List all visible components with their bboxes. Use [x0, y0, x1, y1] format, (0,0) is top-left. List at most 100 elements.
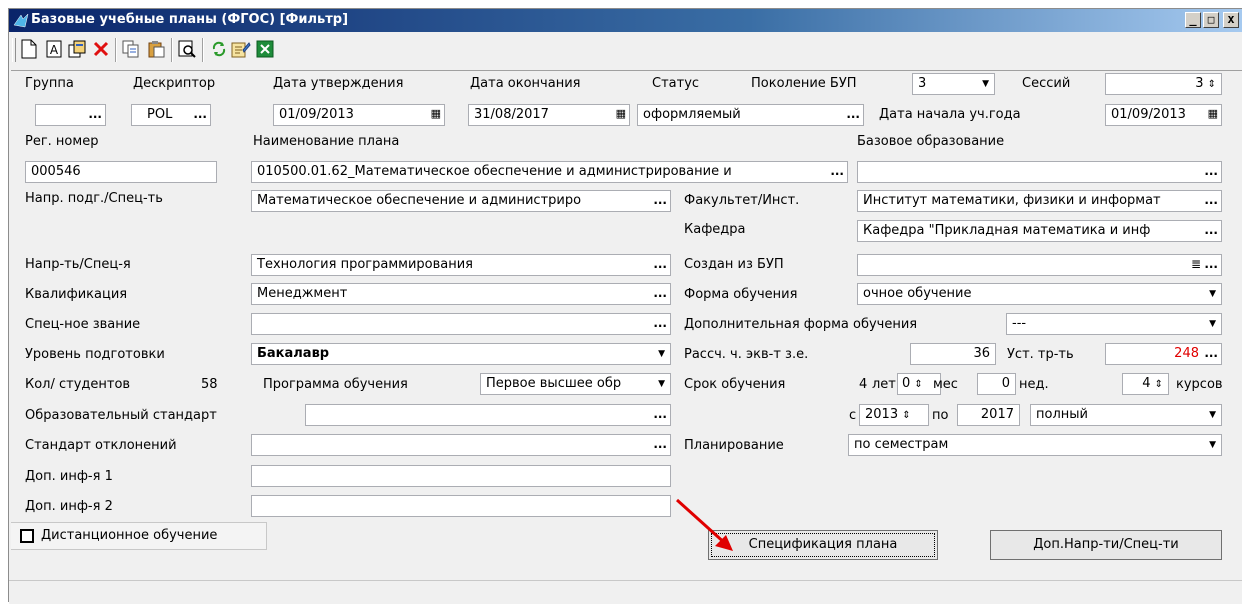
to-year-field[interactable]: 2017: [957, 404, 1020, 426]
extra-form-select[interactable]: --- ▼: [1006, 313, 1222, 335]
maximize-button[interactable]: □: [1203, 12, 1219, 28]
study-form-select[interactable]: очное обучение ▼: [857, 283, 1222, 305]
minimize-button[interactable]: _: [1185, 12, 1201, 28]
end-date-label: Дата окончания: [470, 76, 581, 91]
edit-properties-icon[interactable]: [231, 38, 251, 60]
profile-label: Напр-ть/Спец-я: [25, 257, 131, 272]
checkbox-icon[interactable]: [20, 529, 34, 543]
weeks-value: 0: [1001, 376, 1010, 391]
approval-date-field[interactable]: 01/09/2013 ▦: [273, 104, 445, 126]
base-edu-field[interactable]: ...: [857, 161, 1222, 183]
ellipsis-icon[interactable]: ...: [846, 105, 860, 123]
students-value[interactable]: 58: [201, 376, 218, 394]
ellipsis-icon[interactable]: ...: [193, 105, 207, 123]
extra-directions-button[interactable]: Доп.Напр-ти/Спец-ти: [990, 530, 1222, 560]
chevron-down-icon: ▼: [658, 349, 665, 359]
profile-field[interactable]: Технология программирования ...: [251, 254, 671, 276]
ellipsis-icon[interactable]: ...: [653, 405, 667, 423]
ellipsis-icon[interactable]: ...: [653, 435, 667, 453]
ellipsis-icon[interactable]: ...: [1204, 221, 1218, 239]
ellipsis-icon[interactable]: ...: [1204, 191, 1218, 209]
period-select[interactable]: полный ▼: [1030, 404, 1222, 426]
toolbar-grip[interactable]: [12, 38, 16, 62]
faculty-label: Факультет/Инст.: [684, 193, 800, 208]
weeks-field[interactable]: 0: [977, 373, 1016, 395]
level-value: Бакалавр: [257, 346, 330, 361]
extra2-label: Доп. инф-я 2: [25, 499, 113, 514]
from-year-spinner[interactable]: 2013 ⇕: [859, 404, 929, 426]
ellipsis-icon[interactable]: ...: [830, 162, 844, 180]
descriptor-field[interactable]: POL ...: [131, 104, 211, 126]
end-date-field[interactable]: 31/08/2017 ▦: [468, 104, 630, 126]
ellipsis-icon[interactable]: ...: [88, 105, 102, 123]
status-label: Статус: [652, 76, 700, 91]
reg-number-value: 000546: [31, 164, 81, 179]
qualification-field[interactable]: Менеджмент ...: [251, 283, 671, 305]
planning-label: Планирование: [684, 438, 784, 453]
paste-icon[interactable]: [146, 38, 166, 60]
sessions-value: 3: [1195, 76, 1204, 91]
plan-name-field[interactable]: 010500.01.62_Математическое обеспечение …: [251, 161, 848, 183]
direction-field[interactable]: Математическое обеспечение и администрир…: [251, 190, 671, 212]
reg-number-field[interactable]: 000546: [25, 161, 217, 183]
generation-label: Поколение БУП: [751, 76, 857, 91]
created-from-field[interactable]: ≣ ...: [857, 254, 1222, 276]
toolbar-separator: [171, 38, 173, 62]
program-select[interactable]: Первое высшее обр ▼: [480, 373, 671, 395]
delete-icon[interactable]: [91, 38, 111, 60]
sessions-spinner[interactable]: 3 ⇕: [1105, 73, 1222, 95]
level-select[interactable]: Бакалавр ▼: [251, 343, 671, 365]
required-labor-value: 248: [1174, 346, 1199, 361]
ellipsis-icon[interactable]: ...: [653, 314, 667, 332]
list-icon[interactable]: ≣: [1191, 255, 1201, 273]
plan-name-label: Наименование плана: [253, 134, 400, 149]
plan-name-value: 010500.01.62_Математическое обеспечение …: [257, 164, 732, 179]
copy-icon[interactable]: [121, 38, 141, 60]
ellipsis-icon[interactable]: ...: [653, 284, 667, 302]
ellipsis-icon[interactable]: ...: [653, 255, 667, 273]
extra-form-value: ---: [1012, 316, 1027, 331]
generation-select[interactable]: 3 ▼: [912, 73, 995, 95]
annotation-arrow-icon: [675, 498, 733, 551]
level-label: Уровень подготовки: [25, 347, 165, 362]
extra2-field[interactable]: [251, 495, 671, 517]
ellipsis-icon[interactable]: ...: [1204, 162, 1218, 180]
department-field[interactable]: Кафедра "Прикладная математика и инф ...: [857, 220, 1222, 242]
courses-spinner[interactable]: 4 ⇕: [1122, 373, 1169, 395]
distance-learning-checkbox[interactable]: Дистанционное обучение: [11, 522, 267, 550]
faculty-value: Институт математики, физики и информат: [863, 193, 1161, 208]
toolbar: A: [9, 32, 1242, 68]
study-form-label: Форма обучения: [684, 287, 798, 302]
calendar-icon[interactable]: ▦: [431, 105, 441, 123]
new-document-icon[interactable]: [19, 38, 39, 60]
department-label: Кафедра: [684, 222, 746, 237]
deviation-field[interactable]: ...: [251, 434, 671, 456]
extra1-field[interactable]: [251, 465, 671, 487]
form-panel: Группа Дескриптор Дата утверждения Дата …: [11, 70, 1242, 581]
excel-icon[interactable]: [255, 38, 275, 60]
planning-select[interactable]: по семестрам ▼: [848, 434, 1222, 456]
special-title-field[interactable]: ...: [251, 313, 671, 335]
ellipsis-icon[interactable]: ...: [653, 191, 667, 209]
close-button[interactable]: x: [1223, 12, 1239, 28]
ellipsis-icon[interactable]: ...: [1204, 344, 1218, 362]
generation-value: 3: [918, 76, 927, 91]
required-labor-field[interactable]: 248 ...: [1105, 343, 1222, 365]
calc-hours-field[interactable]: 36: [910, 343, 996, 365]
students-label: Кол/ студентов: [25, 377, 131, 392]
group-field[interactable]: ...: [35, 104, 106, 126]
months-label: мес: [933, 377, 958, 392]
refresh-icon[interactable]: [209, 38, 229, 60]
required-labor-label: Уст. тр-ть: [1007, 347, 1074, 362]
text-a-icon[interactable]: A: [44, 38, 64, 60]
ellipsis-icon[interactable]: ...: [1204, 255, 1218, 273]
standard-field[interactable]: ...: [305, 404, 671, 426]
calendar-icon[interactable]: ▦: [616, 105, 626, 123]
preview-icon[interactable]: [177, 38, 197, 60]
copy-record-icon[interactable]: [67, 38, 87, 60]
calendar-icon[interactable]: ▦: [1208, 105, 1218, 123]
qualification-label: Квалификация: [25, 287, 128, 302]
status-field[interactable]: оформляемый ...: [637, 104, 864, 126]
faculty-field[interactable]: Институт математики, физики и информат .…: [857, 190, 1222, 212]
year-start-field[interactable]: 01/09/2013 ▦: [1105, 104, 1222, 126]
